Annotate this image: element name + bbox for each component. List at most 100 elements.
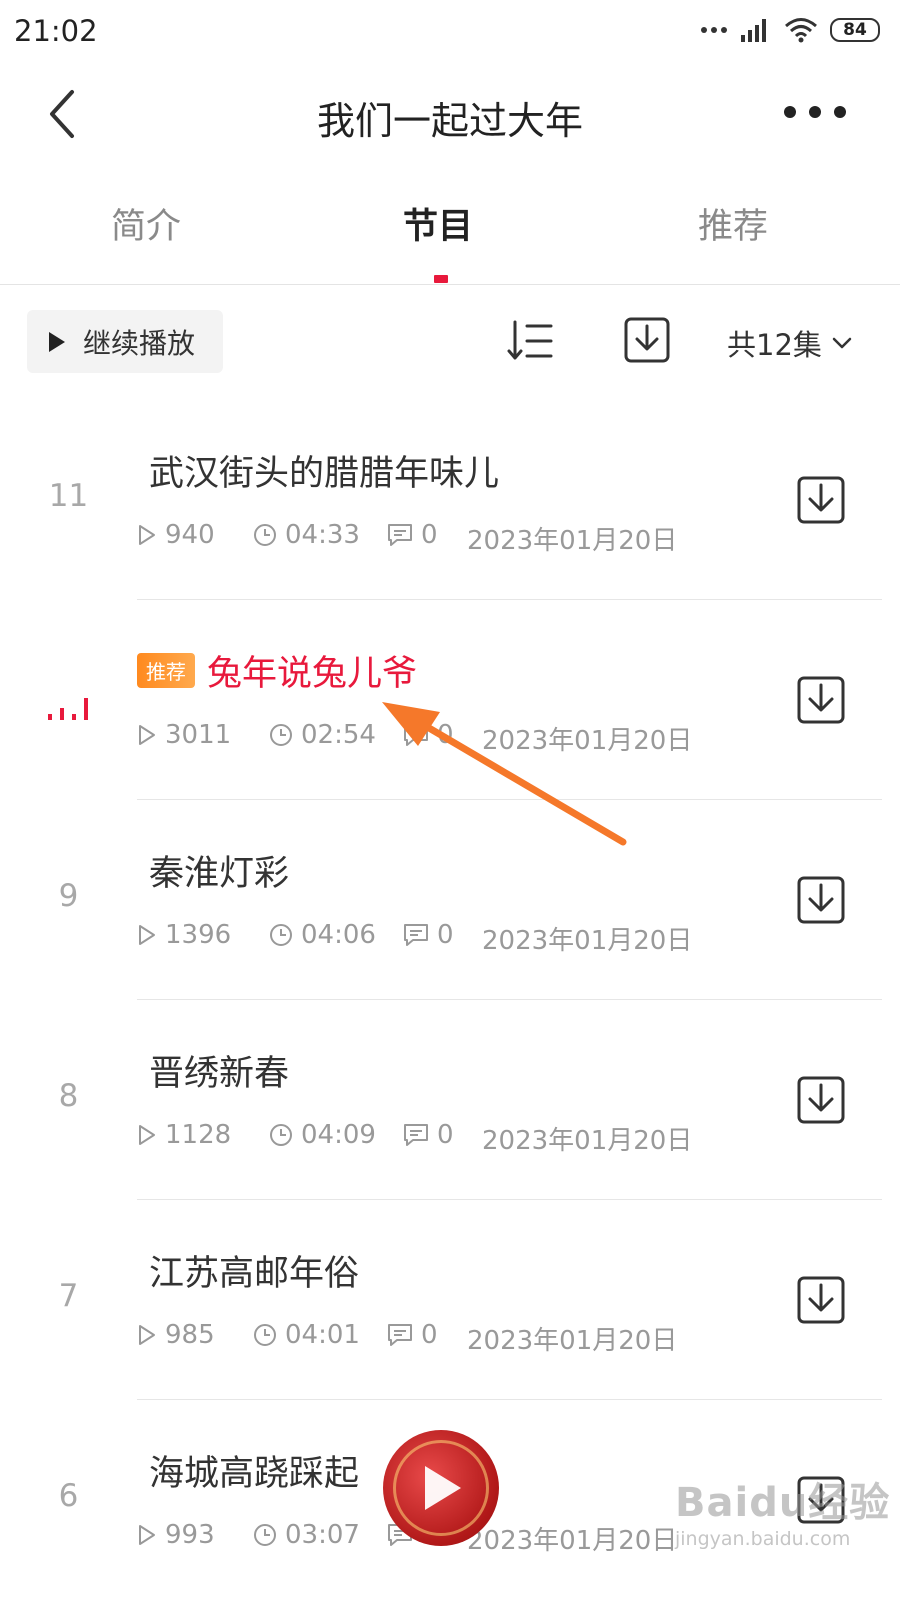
publish-date-value: 2023年01月20日 [467, 526, 678, 556]
tab-recommend[interactable]: 推荐 [698, 198, 768, 249]
duration-value: 04:06 [301, 920, 376, 950]
comment-count: 0 [387, 1320, 438, 1350]
play-count: 985 [137, 1320, 215, 1350]
more-options-icon[interactable] [780, 92, 850, 132]
download-all-icon[interactable] [623, 316, 671, 364]
continue-play-label: 继续播放 [83, 326, 196, 360]
clock-icon [254, 1324, 276, 1346]
episode-count-selector[interactable]: 共12集 [727, 322, 852, 364]
comment-count: 0 [403, 1120, 454, 1150]
now-playing-icon [48, 698, 88, 720]
play-count-value: 985 [165, 1320, 215, 1350]
clock-icon [270, 924, 292, 946]
episode-number: 9 [58, 878, 79, 914]
play-count: 940 [137, 520, 215, 550]
duration-value: 04:01 [285, 1320, 360, 1350]
episode-title: 江苏高邮年俗 [149, 1254, 360, 1294]
floating-player-button[interactable] [383, 1430, 499, 1546]
publish-date-value: 2023年01月20日 [482, 926, 693, 956]
battery-indicator: 84 [830, 18, 880, 42]
duration-value: 02:54 [301, 720, 376, 750]
download-icon[interactable] [796, 875, 846, 925]
episode-title-row: 武汉街头的腊腊年味儿 [137, 445, 499, 496]
publish-date-value: 2023年01月20日 [482, 726, 693, 756]
publish-date: 2023年01月20日 [482, 1120, 692, 1157]
episode-number: 7 [58, 1278, 79, 1314]
duration: 04:09 [269, 1120, 376, 1150]
play-count-icon [139, 525, 155, 545]
comment-count: 0 [403, 920, 454, 950]
episode-title-row: 秦淮灯彩 [137, 845, 289, 896]
play-count-value: 3011 [165, 720, 232, 750]
download-icon[interactable] [796, 675, 846, 725]
page-title: 我们一起过大年 [316, 99, 583, 143]
duration: 02:54 [269, 720, 376, 750]
duration-value: 04:33 [285, 520, 360, 550]
comment-icon [404, 724, 428, 746]
watermark-url: jingyan.baidu.com [675, 1528, 851, 1550]
publish-date: 2023年01月20日 [467, 1520, 677, 1557]
play-count-value: 1128 [165, 1120, 232, 1150]
publish-date: 2023年01月20日 [482, 920, 692, 957]
list-item[interactable]: 8 晋绣新春 1128 04:09 0 2023年01月20日 [0, 1000, 900, 1200]
duration-value: 04:09 [301, 1120, 376, 1150]
comment-count-value: 0 [437, 920, 454, 950]
duration-value: 03:07 [285, 1520, 360, 1550]
download-icon[interactable] [796, 475, 846, 525]
comment-count-value: 0 [421, 520, 438, 550]
status-time: 21:02 [14, 14, 98, 48]
list-item[interactable]: 9 秦淮灯彩 1396 04:06 0 2023年01月20日 [0, 800, 900, 1000]
play-count: 993 [137, 1520, 215, 1550]
episode-title-row: 江苏高邮年俗 [137, 1245, 359, 1296]
clock-icon [270, 724, 292, 746]
play-count: 1396 [137, 920, 231, 950]
episode-title-row: 晋绣新春 [137, 1045, 289, 1096]
nav-bar: 我们一起过大年 [0, 62, 900, 172]
list-item[interactable]: 7 江苏高邮年俗 985 04:01 0 2023年01月20日 [0, 1200, 900, 1400]
episode-number: 6 [58, 1478, 79, 1514]
comment-icon [404, 1124, 428, 1146]
comment-count-value: 0 [421, 1320, 438, 1350]
sort-order-icon[interactable] [505, 318, 555, 364]
duration: 04:33 [253, 520, 360, 550]
baidu-watermark: Baidu经验 jingyan.baidu.com [675, 1470, 890, 1550]
active-tab-indicator [434, 275, 448, 283]
continue-play-button[interactable]: 继续播放 [27, 310, 223, 373]
tab-episodes[interactable]: 节目 [403, 198, 473, 249]
download-icon[interactable] [796, 1075, 846, 1125]
play-count-icon [139, 1525, 155, 1545]
episode-count-label: 共12集 [727, 328, 822, 362]
comment-count-value: 0 [437, 1120, 454, 1150]
list-item-playing[interactable]: 推荐 兔年说兔儿爷 3011 02:54 0 2023年01月20日 [0, 600, 900, 800]
recommend-badge: 推荐 [137, 653, 195, 688]
tab-intro[interactable]: 简介 [111, 198, 181, 249]
clock-icon [254, 1524, 276, 1546]
download-icon[interactable] [796, 1275, 846, 1325]
publish-date: 2023年01月20日 [482, 720, 692, 757]
list-toolbar: 继续播放 共12集 [0, 300, 900, 390]
episode-title: 兔年说兔儿爷 [207, 654, 418, 694]
play-count-icon [139, 725, 155, 745]
episode-title-row: 海城高跷踩起 [137, 1445, 359, 1496]
tab-bar: 简介 节目 推荐 [0, 172, 900, 285]
play-count: 1128 [137, 1120, 231, 1150]
comment-icon [404, 924, 428, 946]
chevron-down-icon [832, 337, 852, 349]
episode-title: 武汉街头的腊腊年味儿 [149, 454, 500, 494]
publish-date: 2023年01月20日 [467, 520, 677, 557]
play-icon [49, 331, 65, 352]
publish-date-value: 2023年01月20日 [482, 1126, 693, 1156]
episode-title-row: 推荐 兔年说兔儿爷 [137, 645, 417, 696]
list-item[interactable]: 11 武汉街头的腊腊年味儿 940 04:33 0 2023年01月20日 [0, 400, 900, 600]
episode-title: 晋绣新春 [149, 1054, 290, 1094]
more-dots-icon [701, 27, 727, 33]
comment-count-value: 0 [437, 720, 454, 750]
episode-title: 海城高跷踩起 [149, 1454, 360, 1494]
play-count-value: 940 [165, 520, 215, 550]
episode-number: 11 [48, 478, 89, 514]
wifi-icon [785, 18, 817, 43]
clock-icon [270, 1124, 292, 1146]
comment-count: 0 [387, 520, 438, 550]
clock-icon [254, 524, 276, 546]
duration: 03:07 [253, 1520, 360, 1550]
